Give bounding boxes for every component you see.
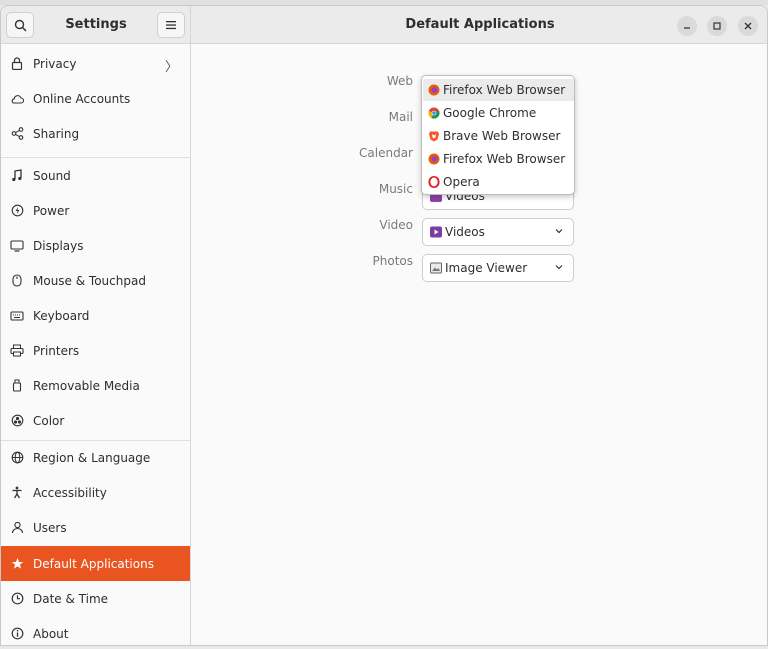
share-icon [1, 127, 33, 140]
sidebar-item-removable-media[interactable]: Removable Media [1, 368, 190, 403]
default-applications-panel: Web Mail Calendar Music Video Photos Vid… [192, 44, 767, 645]
chrome-icon [428, 107, 440, 119]
sidebar-item-label: Keyboard [33, 308, 90, 323]
sidebar-item-label: Displays [33, 238, 84, 253]
sidebar-item-region-language[interactable]: Region & Language [1, 440, 190, 475]
music-label: Music [378, 182, 413, 196]
hamburger-menu-icon [166, 21, 176, 30]
sidebar-item-accessibility[interactable]: Accessibility [1, 475, 190, 510]
web-option-opera[interactable]: Opera [423, 171, 574, 193]
sidebar: Privacy 〉 Online Accounts Sharing Sound … [1, 44, 191, 645]
web-option-label: Google Chrome [443, 106, 537, 120]
music-note-icon [1, 169, 33, 182]
sidebar-item-label: Privacy [33, 56, 77, 71]
close-button[interactable] [738, 16, 758, 36]
sidebar-item-power[interactable]: Power [1, 193, 190, 228]
search-button[interactable] [6, 12, 34, 38]
printer-icon [1, 344, 33, 357]
chevron-down-icon [555, 229, 563, 234]
info-icon [1, 627, 33, 640]
sidebar-item-label: Printers [33, 343, 80, 358]
calendar-label: Calendar [359, 146, 413, 160]
sidebar-headerbar: Settings [1, 6, 191, 44]
sidebar-item-label: Sharing [33, 126, 80, 141]
chevron-right-icon: 〉 [164, 60, 178, 75]
photos-label: Photos [372, 254, 413, 268]
sidebar-item-label: Power [33, 203, 70, 218]
sidebar-item-label: Date & Time [33, 591, 109, 606]
content-headerbar: Default Applications [191, 6, 767, 44]
power-icon [1, 204, 33, 217]
videos-app-icon [430, 226, 442, 238]
sidebar-item-mouse-touchpad[interactable]: Mouse & Touchpad [1, 263, 190, 298]
maximize-icon [713, 22, 721, 30]
sidebar-item-label: Accessibility [33, 485, 107, 500]
brave-icon [429, 131, 439, 142]
sidebar-item-sound[interactable]: Sound [1, 158, 190, 193]
sidebar-item-label: Default Applications [33, 556, 154, 571]
star-icon [1, 557, 33, 570]
opera-icon [428, 176, 440, 188]
video-dropdown-value: Videos [445, 225, 485, 239]
chevron-down-icon [555, 265, 563, 270]
keyboard-icon [1, 310, 33, 321]
sidebar-item-label: Color [33, 413, 65, 428]
sidebar-item-about[interactable]: About [1, 616, 190, 645]
sidebar-item-sharing[interactable]: Sharing [1, 116, 190, 151]
web-option-label: Firefox Web Browser [443, 152, 566, 166]
web-option-google-chrome[interactable]: Google Chrome [423, 102, 574, 124]
web-browser-popover: Firefox Web Browser Google Chrome Brave … [421, 75, 575, 195]
firefox-icon [428, 84, 440, 96]
web-option-firefox-2[interactable]: Firefox Web Browser [423, 148, 574, 170]
sidebar-item-label: Users [33, 520, 67, 535]
web-label: Web [386, 74, 413, 88]
sidebar-item-label: Online Accounts [33, 91, 131, 106]
search-icon [14, 19, 27, 32]
sidebar-item-keyboard[interactable]: Keyboard [1, 298, 190, 333]
sidebar-item-privacy[interactable]: Privacy 〉 [1, 46, 190, 81]
usb-drive-icon [1, 379, 33, 392]
user-icon [1, 521, 33, 534]
image-viewer-app-icon [430, 262, 442, 274]
web-option-label: Brave Web Browser [443, 129, 561, 143]
lock-icon [1, 57, 33, 70]
sidebar-item-default-applications[interactable]: Default Applications [1, 546, 190, 581]
mail-label: Mail [388, 110, 413, 124]
mouse-icon [1, 274, 33, 287]
sidebar-item-date-time[interactable]: Date & Time [1, 581, 190, 616]
sidebar-item-label: Sound [33, 168, 71, 183]
web-option-label: Firefox Web Browser [443, 83, 566, 97]
accessibility-icon [1, 486, 33, 499]
sidebar-item-printers[interactable]: Printers [1, 333, 190, 368]
clock-icon [1, 592, 33, 605]
minimize-icon [684, 27, 690, 29]
photos-dropdown-value: Image Viewer [445, 261, 528, 275]
color-icon [1, 414, 33, 427]
sidebar-item-label: About [33, 626, 69, 641]
sidebar-item-label: Mouse & Touchpad [33, 273, 146, 288]
globe-icon [1, 451, 33, 464]
close-icon [744, 22, 752, 30]
video-label: Video [379, 218, 413, 232]
minimize-button[interactable] [677, 16, 697, 36]
sidebar-item-online-accounts[interactable]: Online Accounts [1, 81, 190, 116]
photos-dropdown[interactable]: Image Viewer [422, 254, 574, 282]
main-menu-button[interactable] [157, 12, 185, 38]
web-option-label: Opera [443, 175, 480, 189]
sidebar-item-label: Removable Media [33, 378, 140, 393]
app-title: Settings [65, 17, 127, 32]
display-icon [1, 239, 33, 252]
sidebar-item-color[interactable]: Color [1, 403, 190, 438]
sidebar-item-label: Region & Language [33, 450, 151, 465]
cloud-icon [1, 94, 33, 104]
web-option-firefox[interactable]: Firefox Web Browser [423, 79, 574, 101]
sidebar-item-users[interactable]: Users [1, 510, 190, 545]
web-option-brave[interactable]: Brave Web Browser [423, 125, 574, 147]
settings-window: Settings Default Applications Privacy 〉 … [0, 5, 768, 646]
sidebar-item-displays[interactable]: Displays [1, 228, 190, 263]
firefox-icon [428, 153, 440, 165]
maximize-button[interactable] [707, 16, 727, 36]
video-dropdown[interactable]: Videos [422, 218, 574, 246]
